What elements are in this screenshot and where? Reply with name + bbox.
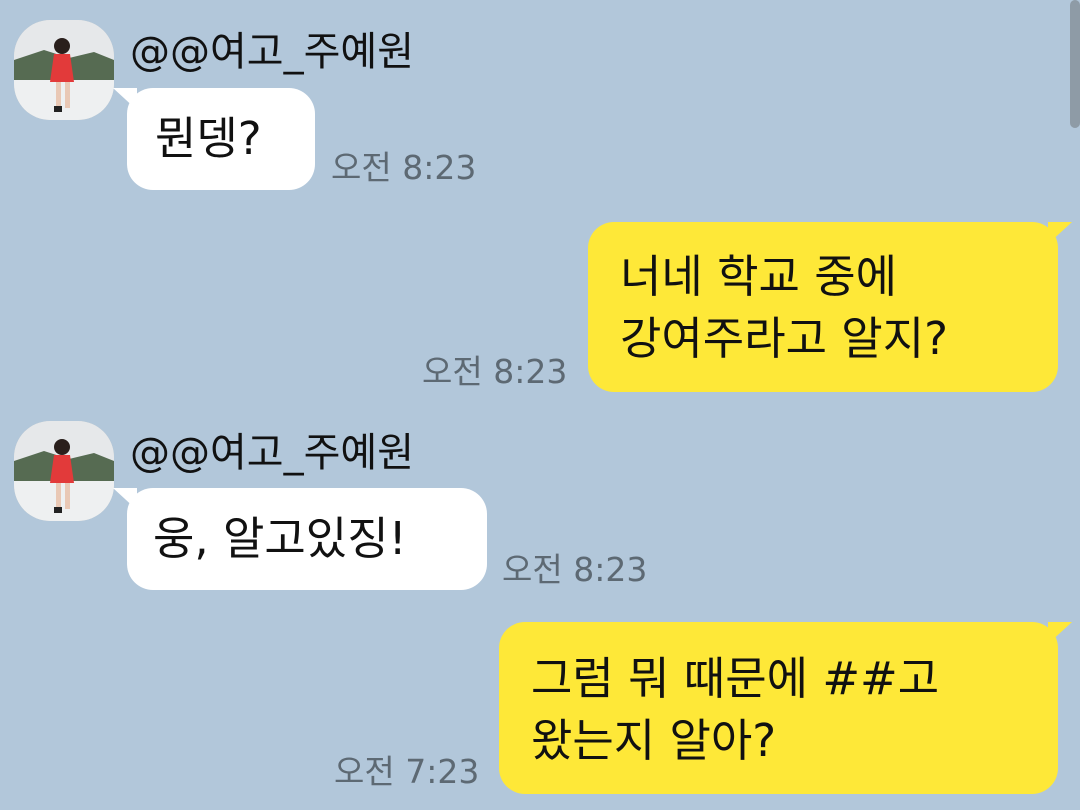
bubble-tail (113, 88, 137, 110)
incoming-message-bubble[interactable]: 뭔뎅? (113, 88, 315, 190)
chat-room: @@여고_주예원 뭔뎅? 오전 8:23 너네 학교 중에 강여주라고 알지? … (0, 0, 1080, 810)
incoming-message-bubble[interactable]: 웅, 알고있징! (113, 488, 487, 590)
message-text: 웅, 알고있징! (153, 512, 407, 565)
profile-photo-icon (14, 421, 114, 521)
message-timestamp: 오전 8:23 (331, 148, 477, 187)
sender-name: @@여고_주예원 (130, 29, 414, 75)
message-text: 그럼 뭐 때문에 ##고 (531, 652, 940, 705)
scrollbar-thumb[interactable] (1070, 0, 1080, 128)
outgoing-message-bubble[interactable]: 너네 학교 중에 강여주라고 알지? (588, 222, 1072, 392)
bubble-tail (1048, 222, 1072, 244)
profile-photo-icon (14, 20, 114, 120)
outgoing-message-bubble[interactable]: 그럼 뭐 때문에 ##고 왔는지 알아? (499, 622, 1072, 794)
profile-avatar[interactable] (14, 421, 114, 521)
message-text: 뭔뎅? (155, 112, 262, 165)
message-timestamp: 오전 8:23 (502, 550, 648, 589)
message-text: 왔는지 알아? (531, 714, 777, 767)
profile-avatar[interactable] (14, 20, 114, 120)
message-timestamp: 오전 7:23 (334, 752, 480, 791)
bubble-tail (1048, 622, 1072, 644)
sender-name: @@여고_주예원 (130, 430, 414, 476)
bubble-tail (113, 488, 137, 510)
message-text: 너네 학교 중에 (620, 250, 898, 303)
message-timestamp: 오전 8:23 (422, 352, 568, 391)
message-text: 강여주라고 알지? (620, 312, 948, 365)
